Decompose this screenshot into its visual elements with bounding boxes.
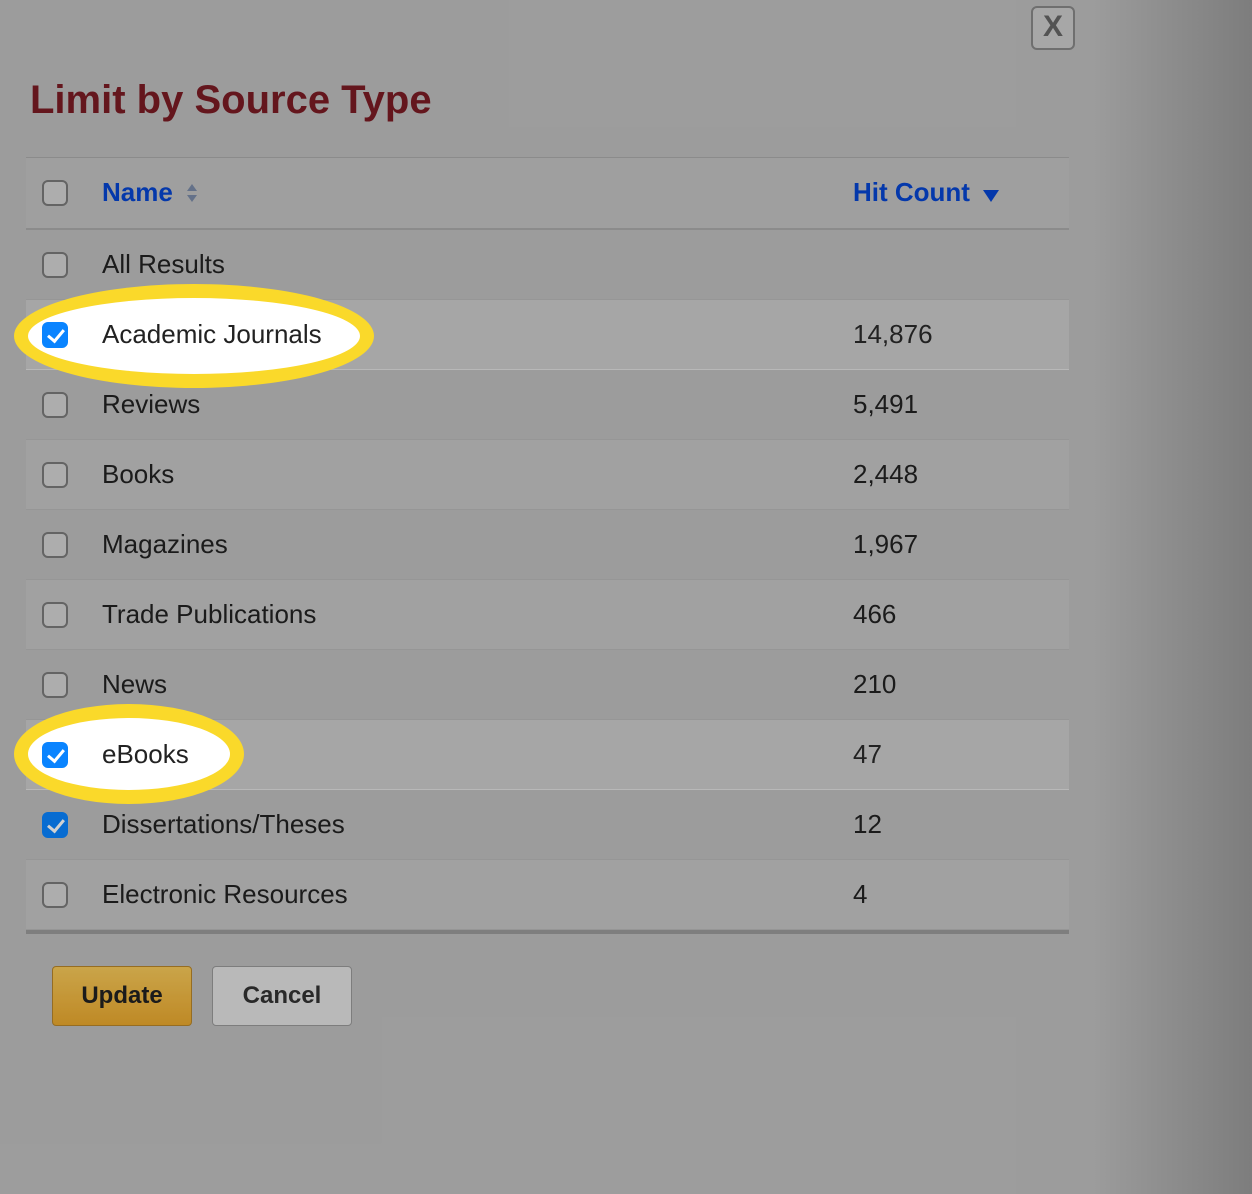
button-row: Update Cancel	[0, 934, 1095, 1086]
select-all-checkbox[interactable]	[42, 180, 68, 206]
modal-title: Limit by Source Type	[0, 0, 1095, 157]
sort-both-icon	[186, 178, 198, 209]
row-name: Reviews	[102, 389, 853, 420]
row-hit-count: 12	[853, 809, 1053, 840]
sort-desc-icon	[983, 178, 999, 209]
table-row: Academic Journals14,876	[26, 300, 1069, 370]
table-row: Trade Publications466	[26, 580, 1069, 650]
row-checkbox[interactable]	[42, 252, 68, 278]
row-name: Academic Journals	[102, 319, 853, 350]
column-header-hit-count-label: Hit Count	[853, 177, 970, 207]
row-checkbox[interactable]	[42, 882, 68, 908]
row-hit-count: 47	[853, 739, 1053, 770]
row-name: Electronic Resources	[102, 879, 853, 910]
row-name: Books	[102, 459, 853, 490]
row-name: eBooks	[102, 739, 853, 770]
row-hit-count: 5,491	[853, 389, 1053, 420]
row-checkbox[interactable]	[42, 812, 68, 838]
source-type-table: Name Hit Count All Results Academic Journ…	[26, 157, 1069, 930]
update-button[interactable]: Update	[52, 966, 192, 1026]
row-checkbox[interactable]	[42, 532, 68, 558]
row-hit-count: 1,967	[853, 529, 1053, 560]
row-checkbox[interactable]	[42, 392, 68, 418]
column-header-name-label: Name	[102, 177, 173, 207]
row-checkbox[interactable]	[42, 602, 68, 628]
table-row: Books2,448	[26, 440, 1069, 510]
row-hit-count: 466	[853, 599, 1053, 630]
row-checkbox[interactable]	[42, 462, 68, 488]
close-button[interactable]: X	[1031, 6, 1075, 50]
row-checkbox[interactable]	[42, 322, 68, 348]
table-row: Dissertations/Theses12	[26, 790, 1069, 860]
row-hit-count: 210	[853, 669, 1053, 700]
row-name: Magazines	[102, 529, 853, 560]
row-name: Trade Publications	[102, 599, 853, 630]
row-hit-count: 4	[853, 879, 1053, 910]
row-name: All Results	[102, 249, 853, 280]
row-hit-count: 2,448	[853, 459, 1053, 490]
source-type-modal: X Limit by Source Type Name Hit Count Al…	[0, 0, 1095, 1086]
column-header-name[interactable]: Name	[102, 177, 853, 210]
table-header: Name Hit Count	[26, 158, 1069, 230]
row-checkbox[interactable]	[42, 742, 68, 768]
table-row: Magazines1,967	[26, 510, 1069, 580]
table-row: eBooks47	[26, 720, 1069, 790]
row-name: Dissertations/Theses	[102, 809, 853, 840]
cancel-button[interactable]: Cancel	[212, 966, 352, 1026]
row-checkbox[interactable]	[42, 672, 68, 698]
side-shadow	[1092, 0, 1252, 1194]
column-header-hit-count[interactable]: Hit Count	[853, 177, 1053, 210]
row-name: News	[102, 669, 853, 700]
row-hit-count: 14,876	[853, 319, 1053, 350]
table-row: Electronic Resources4	[26, 860, 1069, 930]
